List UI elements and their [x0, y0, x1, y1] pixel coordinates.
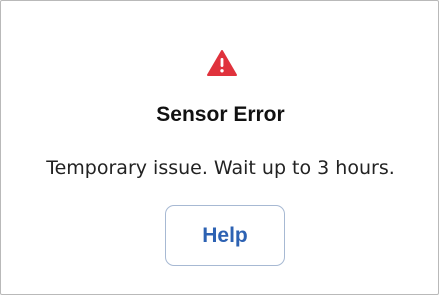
warning-triangle-icon [206, 49, 238, 77]
error-dialog: Sensor Error Temporary issue. Wait up to… [0, 0, 439, 295]
dialog-message: Temporary issue. Wait up to 3 hours. [46, 157, 395, 179]
dialog-title: Sensor Error [156, 103, 285, 126]
help-button[interactable]: Help [165, 205, 285, 266]
